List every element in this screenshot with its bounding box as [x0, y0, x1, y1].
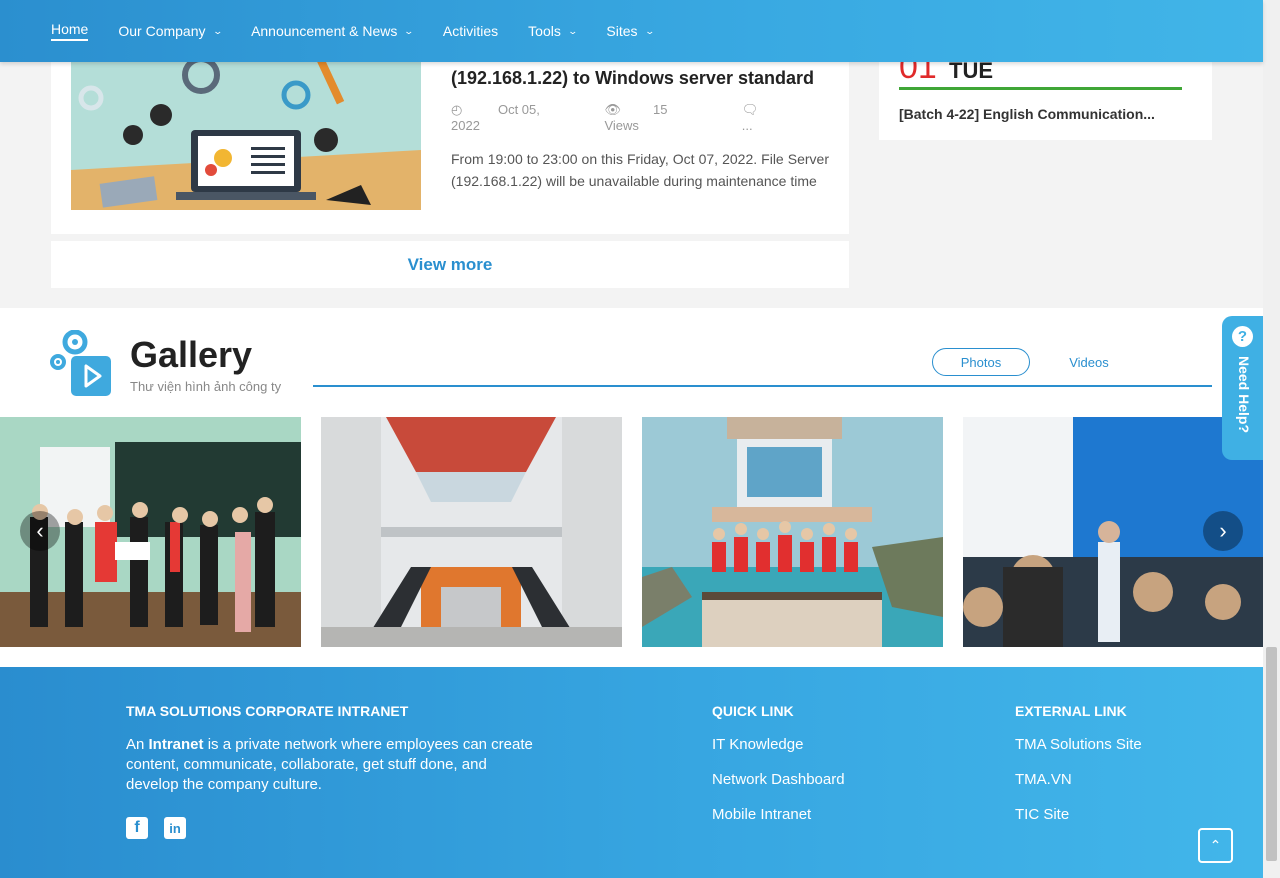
link-mobile-intranet[interactable]: Mobile Intranet [712, 806, 811, 823]
nav-item-activities[interactable]: Activities [443, 23, 498, 39]
tab-photos[interactable]: Photos [932, 348, 1030, 376]
quick-link-heading: QUICK LINK [712, 703, 794, 719]
gallery-photo[interactable] [642, 417, 943, 647]
chevron-left-icon: ‹ [36, 518, 44, 543]
gallery-underline [313, 385, 1212, 387]
top-navbar: Home Our Company ⌄ Announcement & News ⌄ A… [0, 0, 1263, 62]
gallery-title: Gallery [130, 334, 253, 375]
chevron-down-icon: ⌄ [567, 25, 578, 36]
nav-item-sites[interactable]: Sites ⌄ [606, 23, 655, 39]
scrollbar-thumb[interactable] [1266, 647, 1277, 861]
news-date: ◴ Oct 05, 2022 [451, 102, 540, 133]
carousel-next-button[interactable]: › [1203, 511, 1243, 551]
news-excerpt: From 19:00 to 23:00 on this Friday, Oct … [451, 151, 829, 189]
news-card[interactable]: (192.168.1.22) to Windows server standar… [51, 40, 849, 234]
news-title[interactable]: (192.168.1.22) to Windows server standar… [451, 68, 841, 89]
gallery-section: Gallery Thư viện hình ảnh công ty Photos… [0, 308, 1263, 667]
carousel-prev-button[interactable]: ‹ [20, 511, 60, 551]
nav-item-our-company[interactable]: Our Company ⌄ [118, 23, 223, 39]
nav-menu: Home Our Company ⌄ Announcement & News ⌄ A… [51, 0, 683, 62]
chevron-down-icon: ⌄ [212, 25, 223, 36]
nav-item-tools[interactable]: Tools ⌄ [528, 23, 578, 39]
link-network-dashboard[interactable]: Network Dashboard [712, 771, 845, 788]
gallery-play-icon [50, 330, 111, 396]
tab-videos[interactable]: Videos [1040, 348, 1138, 376]
event-title[interactable]: [Batch 4-22] English Communication... [899, 106, 1189, 122]
page-scrollbar[interactable] [1263, 0, 1280, 878]
facebook-icon[interactable]: f [126, 817, 148, 839]
view-more-button[interactable]: View more [51, 241, 849, 288]
nav-item-announcement-news[interactable]: Announcement & News ⌄ [251, 23, 415, 39]
photo-carousel: ‹ › [0, 417, 1263, 647]
clock-icon: ◴ [451, 102, 463, 117]
nav-item-home[interactable]: Home [51, 21, 89, 41]
eye-icon: 👁 [604, 102, 621, 117]
news-meta: ◴ Oct 05, 2022 👁 15 Views 🗨 ... [451, 102, 849, 133]
news-thumbnail-image[interactable] [71, 40, 421, 210]
chevron-down-icon: ⌄ [403, 25, 415, 36]
event-divider [899, 87, 1182, 90]
footer-heading: TMA SOLUTIONS CORPORATE INTRANET [126, 703, 409, 719]
footer-description: An Intranet is a private network where e… [126, 736, 533, 793]
link-tma-solutions-site[interactable]: TMA Solutions Site [1015, 736, 1142, 753]
footer: TMA SOLUTIONS CORPORATE INTRANET An Intr… [0, 667, 1263, 878]
question-icon: ? [1232, 326, 1253, 347]
chevron-down-icon: ⌄ [644, 25, 655, 36]
chevron-up-icon: ⌃ [1209, 837, 1222, 853]
link-it-knowledge[interactable]: IT Knowledge [712, 736, 803, 753]
need-help-button[interactable]: ? Need Help? [1222, 316, 1263, 460]
scroll-to-top-button[interactable]: ⌃ [1198, 828, 1233, 863]
need-help-label: Need Help? [1236, 356, 1252, 434]
comment-icon: 🗨 [741, 102, 759, 117]
gallery-subtitle: Thư viện hình ảnh công ty [130, 379, 282, 394]
chevron-right-icon: › [1219, 518, 1227, 543]
gallery-photo[interactable] [321, 417, 622, 647]
external-link-heading: EXTERNAL LINK [1015, 703, 1127, 719]
linkedin-icon[interactable]: in [164, 817, 186, 839]
news-views: 👁 15 Views [604, 102, 668, 133]
link-tic-site[interactable]: TIC Site [1015, 806, 1069, 823]
maintenance-illustration [71, 40, 421, 210]
link-tma-vn[interactable]: TMA.VN [1015, 771, 1072, 788]
news-comments: 🗨 ... [741, 102, 759, 133]
